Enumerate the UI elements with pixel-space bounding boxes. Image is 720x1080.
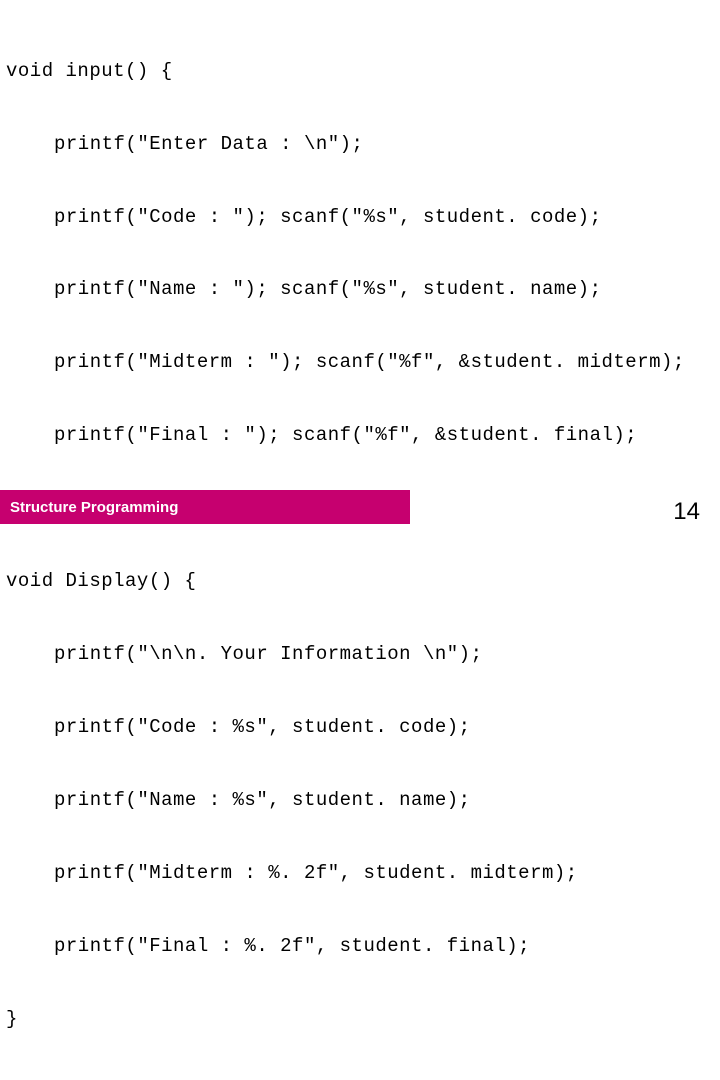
code-line: void Display() { <box>6 569 714 593</box>
code-line: printf("Enter Data : \n"); <box>6 132 714 156</box>
code-line: void input() { <box>6 59 714 83</box>
code-line: printf("Final : "); scanf("%f", &student… <box>6 423 714 447</box>
code-line: printf("Midterm : "); scanf("%f", &stude… <box>6 350 714 374</box>
footer-bar: Structure Programming <box>0 490 410 524</box>
code-line: printf("Name : %s", student. name); <box>6 788 714 812</box>
code-line: printf("Final : %. 2f", student. final); <box>6 934 714 958</box>
code-line: printf("\n\n. Your Information \n"); <box>6 642 714 666</box>
code-line: } <box>6 1007 714 1031</box>
code-line: printf("Code : "); scanf("%s", student. … <box>6 205 714 229</box>
code-line: printf("Name : "); scanf("%s", student. … <box>6 277 714 301</box>
page-number: 14 <box>673 498 700 526</box>
footer-label: Structure Programming <box>10 499 178 516</box>
code-block: void input() { printf("Enter Data : \n")… <box>6 10 714 1080</box>
code-line: printf("Code : %s", student. code); <box>6 715 714 739</box>
code-line: printf("Midterm : %. 2f", student. midte… <box>6 861 714 885</box>
slide: void input() { printf("Enter Data : \n")… <box>0 0 720 540</box>
